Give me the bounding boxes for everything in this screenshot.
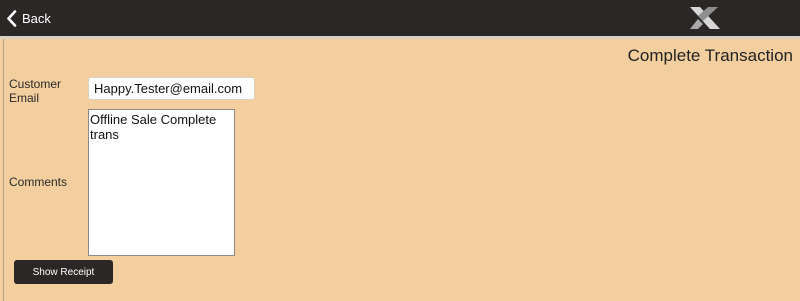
comments-textarea[interactable]: Offline Sale Complete trans (88, 109, 235, 256)
x-logo-icon (688, 6, 722, 30)
chevron-left-icon (6, 9, 17, 27)
app-window: Back Complete Transaction Customer Email… (0, 0, 800, 301)
show-receipt-button[interactable]: Show Receipt (14, 260, 113, 284)
customer-email-input[interactable] (88, 77, 255, 100)
back-label: Back (22, 10, 51, 26)
comments-label: Comments (9, 175, 68, 189)
top-bar: Back (0, 0, 800, 36)
back-button[interactable]: Back (4, 5, 57, 31)
customer-email-label: Customer Email (9, 77, 62, 105)
page-title: Complete Transaction (627, 46, 793, 65)
